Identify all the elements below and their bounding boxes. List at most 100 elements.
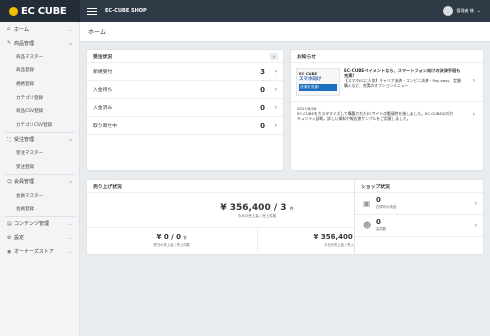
arrow-right-icon[interactable]: › [275,86,277,93]
sidebar-item-label: 会員管理 [14,179,35,186]
sidebar-item-label: 受注管理 [14,137,35,144]
sidebar-item-label: ホーム [14,26,29,33]
order-status-label: 新規受付 [93,70,113,75]
sidebar-subitem[interactable]: 規格登録 [0,77,79,91]
shop-status-label: 在庫切れ商品 [376,205,397,209]
top-bar: EC CUBE EC-CUBE SHOP 管理者 様 ⌄ [0,0,490,22]
order-status-row[interactable]: 新規受付 3 › [87,63,283,81]
shop-status-header: ショップ状況 [355,180,483,193]
sidebar-subitem[interactable]: 商品登録 [0,64,79,78]
sidebar-item[interactable]: ⚙ 設定 ⌄ [0,231,79,245]
news-text: EC-CUBEペイメントなら、スマートフォン向けの決済手段も充実! 【スマホEC… [344,68,464,96]
order-status-card: 受注状況 › 新規受付 3 › 入金待ち 0 › 入金済み 0 › 取り寄せ中 0 › [86,49,284,171]
sidebar-subitem[interactable]: カテゴリCSV登録 [0,118,79,132]
sidebar-subitem[interactable]: 会員登録 [0,202,79,216]
arrow-right-icon[interactable]: › [473,77,475,84]
sidebar-item-label: 設定 [14,235,25,242]
thumb-text: スマホ向け [299,77,322,82]
sales-title: 売り上げ状況 [93,184,122,190]
ec-cube-logo[interactable]: EC CUBE [0,0,80,22]
home-icon: ⌂ [7,26,11,32]
sidebar-item[interactable]: ◉ オーナーズストア ⌄ [0,245,79,259]
gear-icon: ⚙ [7,234,12,241]
sidebar-subitem[interactable]: 受注マスター [0,147,79,161]
arrow-right-icon[interactable]: › [475,222,477,229]
caret-down-icon[interactable]: ⌄ [69,27,72,32]
arrow-right-icon[interactable]: › [475,200,477,207]
news-card: お知らせ EC CUBE スマホ向け 決済を充実! EC-CUBEペイメントなら… [290,49,484,171]
shop-status-row[interactable]: ▣ 0 在庫切れ商品 › [355,193,483,215]
sidebar: ⌂ ホーム ⌄ ✎ 商品管理 ∧ 商品マスター 商品登録 規格登録 カテゴリ登録 商品CSV登録 カテ… [0,22,80,336]
menu-toggle-icon[interactable] [87,7,97,15]
order-status-count: 0 [260,103,265,112]
news-body: 【スマホECに人気】キャリア決済・コンビニ決済・Pay-easy、定額購入など、… [344,78,461,88]
order-status-label: 取り寄せ中 [93,124,117,129]
caret-down-icon[interactable]: ⌄ [69,235,72,240]
news-body-2: EC-CUBEをカスタマイズして構築されたECサイトの脆弱性を施しました。EC-… [297,111,454,121]
shop-status-number: 0 [376,196,381,204]
order-status-count: 0 [260,85,265,94]
order-status-header: 受注状況 › [87,50,283,63]
sidebar-item-label: 商品管理 [14,40,35,47]
shop-name[interactable]: EC-CUBE SHOP [105,8,147,14]
sidebar-item[interactable]: ☺ 会員管理 ∧ [0,175,79,189]
sidebar-item[interactable]: ▤ コンテンツ管理 ⌄ [0,217,79,231]
tag-icon: ✎ [7,40,12,46]
sales-prev-amount: ¥ 0 / 0 [156,233,182,241]
shop-status-number: 0 [376,218,381,226]
order-status-count: 0 [260,121,265,130]
user-menu[interactable]: 管理者 様 ⌄ [442,6,481,16]
news-thumbnail: EC CUBE スマホ向け 決済を充実! [296,68,340,96]
sidebar-item[interactable]: ⌂ ホーム ⌄ [0,22,79,36]
news-item[interactable]: EC CUBE スマホ向け 決済を充実! EC-CUBEペイメントなら、スマート… [291,63,483,102]
collapse-icon[interactable]: › [270,53,278,60]
thumb-band: 決済を充実! [299,84,337,91]
order-status-row[interactable]: 入金済み 0 › [87,99,283,117]
logo-mark-icon [9,6,18,16]
arrow-right-icon[interactable]: › [275,68,277,75]
sales-month-unit: 件 [289,206,294,211]
cart-icon: ⛶ [7,136,11,143]
sidebar-subitem[interactable]: 会員マスター [0,189,79,203]
caret-down-icon[interactable]: ⌄ [69,221,72,226]
order-status-title: 受注状況 [93,54,113,60]
users-icon: ☻ [363,221,372,230]
document-icon: ▤ [7,220,12,227]
sidebar-subitem[interactable]: 商品CSV登録 [0,104,79,118]
chevron-down-icon: ⌄ [476,8,481,14]
sidebar-item-label: コンテンツ管理 [14,221,50,228]
shop-status-row[interactable]: ☻ 0 会員数 › [355,215,483,237]
sales-prev-label: 昨日の売上高 / 売上件数 [153,243,190,247]
arrow-right-icon[interactable]: › [473,112,475,118]
sidebar-item[interactable]: ⛶ 受注管理 ∧ [0,133,79,147]
sidebar-subitem[interactable]: カテゴリ登録 [0,91,79,105]
caret-up-icon[interactable]: ∧ [69,179,72,184]
order-status-label: 入金済み [93,106,113,111]
shop-status-value: 0 会員数 [376,219,386,232]
user-icon: ☺ [7,178,13,185]
arrow-right-icon[interactable]: › [275,104,277,111]
logo-text: EC CUBE [21,5,67,17]
box-icon: ▣ [363,199,371,208]
breadcrumb: ホーム [80,22,490,42]
user-name: 管理者 様 [456,8,474,13]
caret-up-icon[interactable]: ∧ [69,137,72,142]
sales-prev-unit: 件 [183,236,187,240]
order-status-row[interactable]: 取り寄せ中 0 › [87,117,283,135]
shop-status-value: 0 在庫切れ商品 [376,197,396,210]
plugin-icon: ◉ [7,248,12,255]
avatar [442,6,453,16]
shop-status-title: ショップ状況 [361,184,390,190]
shop-status-card: ショップ状況 ▣ 0 在庫切れ商品 › ☻ 0 会員数 › [354,179,484,255]
sidebar-item[interactable]: ✎ 商品管理 ∧ [0,36,79,50]
sales-month-amount: ¥ 356,400 / 3 [220,203,287,213]
news-header: お知らせ [291,50,483,63]
caret-up-icon[interactable]: ∧ [69,41,72,46]
sidebar-subitem[interactable]: 商品マスター [0,50,79,64]
order-status-count: 3 [260,67,265,76]
caret-down-icon[interactable]: ⌄ [69,249,72,254]
news-item-2[interactable]: 2017/6/26 EC-CUBEをカスタマイズして構築されたECサイトの脆弱性… [291,102,475,125]
arrow-right-icon[interactable]: › [275,122,277,129]
order-status-row[interactable]: 入金待ち 0 › [87,81,283,99]
sidebar-subitem[interactable]: 受注登録 [0,160,79,174]
